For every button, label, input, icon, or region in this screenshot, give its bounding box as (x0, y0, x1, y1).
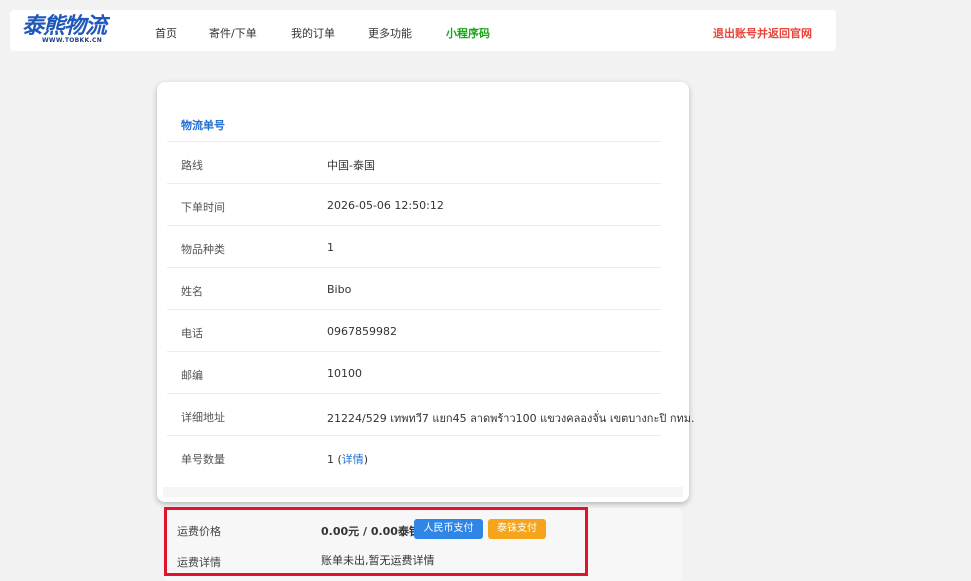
nav-home[interactable]: 首页 (155, 25, 177, 41)
tracking-count-row: 单号数量 1 (详情) (167, 436, 661, 478)
logo[interactable]: 泰熊物流 WWW.TOBKK.CN (22, 14, 122, 48)
logo-url: WWW.TOBKK.CN (42, 37, 103, 44)
logout-link[interactable]: 退出账号并返回官网 (713, 25, 812, 41)
top-navbar: 泰熊物流 WWW.TOBKK.CN 首页 寄件/下单 我的订单 更多功能 小程序… (10, 10, 836, 51)
nav-my-orders[interactable]: 我的订单 (291, 25, 335, 41)
phone-label: 电话 (181, 327, 203, 340)
postcode-label: 邮编 (181, 369, 203, 382)
tracking-number-title: 物流单号 (181, 119, 225, 132)
name-value: Bibo (327, 283, 352, 296)
order-time-row: 下单时间 2026-05-06 12:50:12 (167, 184, 661, 226)
order-time-value: 2026-05-06 12:50:12 (327, 199, 444, 212)
item-type-row: 物品种类 1 (167, 226, 661, 268)
nav-mini-program-code[interactable]: 小程序码 (446, 25, 490, 41)
tracking-count-label: 单号数量 (181, 453, 225, 466)
route-label: 路线 (181, 159, 203, 172)
order-detail-card: 物流单号 路线 中国-泰国 下单时间 2026-05-06 12:50:12 物… (157, 82, 695, 502)
highlight-box (164, 507, 588, 576)
item-type-label: 物品种类 (181, 243, 225, 256)
phone-value: 0967859982 (327, 325, 397, 338)
phone-row: 电话 0967859982 (167, 310, 661, 352)
route-row: 路线 中国-泰国 (167, 142, 661, 184)
tracking-details-link[interactable]: 详情 (342, 453, 364, 466)
postcode-row: 邮编 10100 (167, 352, 661, 394)
tracking-count-suffix: ) (363, 453, 369, 466)
card-divider (163, 487, 683, 497)
nav-send-order[interactable]: 寄件/下单 (209, 25, 257, 41)
item-type-value: 1 (327, 241, 334, 254)
name-label: 姓名 (181, 285, 203, 298)
order-title-row: 物流单号 (167, 100, 661, 142)
address-label: 详细地址 (181, 411, 225, 424)
name-row: 姓名 Bibo (167, 268, 661, 310)
address-value: 21224/529 เทพทวี7 แยก45 ลาดพร้าว100 แขวง… (327, 412, 695, 425)
nav-more-features[interactable]: 更多功能 (368, 25, 412, 41)
tracking-count-value: 1 (详情) (327, 451, 368, 467)
route-value: 中国-泰国 (327, 159, 375, 172)
logo-text: 泰熊物流 (22, 13, 107, 39)
address-row: 详细地址 21224/529 เทพทวี7 แยก45 ลาดพร้าว100… (167, 394, 695, 436)
order-time-label: 下单时间 (181, 201, 225, 214)
tracking-count-number: 1 ( (327, 453, 342, 466)
postcode-value: 10100 (327, 367, 362, 380)
